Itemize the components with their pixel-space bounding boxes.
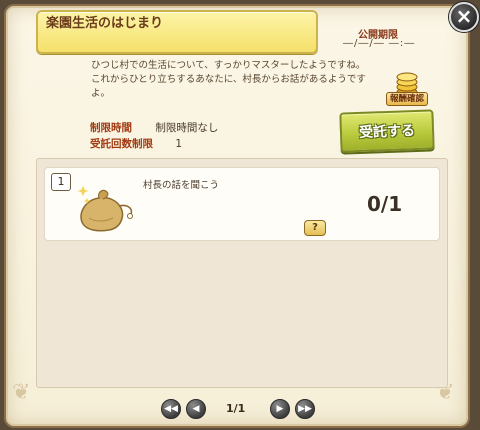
close-button[interactable]: × — [449, 2, 479, 32]
help-button[interactable]: ? — [304, 220, 326, 236]
double-left-arrow-icon: ◀◀ — [164, 404, 178, 414]
last-page-button[interactable]: ▶▶ — [295, 399, 315, 419]
quest-progress: 0/1 — [367, 192, 403, 216]
period-value: ―/―/― ―:― — [343, 38, 416, 49]
money-bag-icon — [77, 186, 133, 232]
description-line: これからひとり立ちするあなたに、村長からお話があるようですよ。 — [91, 74, 366, 99]
time-limit-label: 制限時間 — [90, 122, 132, 134]
next-page-button[interactable]: ▶ — [270, 399, 290, 419]
accept-count-row: 受託回数制限 1 — [90, 136, 182, 151]
double-right-arrow-icon: ▶▶ — [298, 404, 312, 414]
accept-button-label: 受託する — [358, 123, 416, 141]
prev-page-button[interactable]: ◀ — [186, 399, 206, 419]
accept-count-label: 受託回数制限 — [90, 138, 153, 150]
accept-count-value: 1 — [175, 138, 183, 150]
accept-button[interactable]: 受託する — [339, 109, 435, 153]
quest-name: 村長の話を聞こう — [143, 180, 220, 191]
list-item: 1 村長の話を聞こう 0/1 ? — [44, 167, 440, 241]
quest-description: ひつじ村での生活について、すっかりマスターしたようですね。 これからひとり立ちす… — [91, 59, 371, 101]
description-line: ひつじ村での生活について、すっかりマスターしたようですね。 — [91, 60, 366, 71]
dialog-title: 楽園生活のはじまり — [46, 16, 164, 31]
corner-decoration: ❦ — [12, 380, 31, 405]
page-indicator: 1/1 — [226, 402, 246, 415]
quest-number: 1 — [51, 173, 71, 191]
close-icon: × — [455, 4, 473, 28]
first-page-button[interactable]: ◀◀ — [161, 399, 181, 419]
time-limit-value: 制限時間なし — [155, 122, 219, 134]
left-arrow-icon: ◀ — [192, 404, 200, 414]
right-arrow-icon: ▶ — [276, 404, 284, 414]
reward-label: 報酬確認 — [386, 92, 428, 106]
reward-check-button[interactable]: 報酬確認 — [386, 70, 428, 108]
time-limit-row: 制限時間 制限時間なし — [90, 120, 218, 135]
